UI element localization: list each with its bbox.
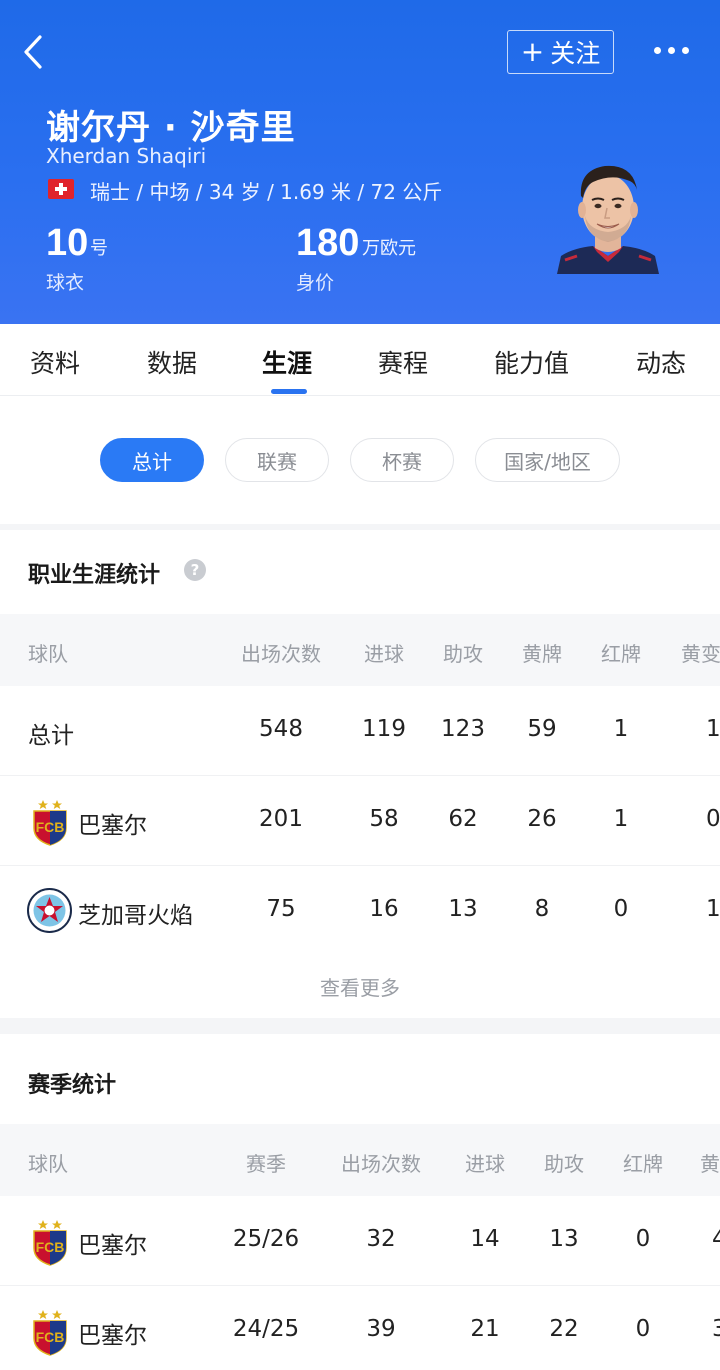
col-season: 赛季 <box>246 1152 286 1176</box>
team-name: 巴塞尔 <box>78 1323 147 1349</box>
tab-bar: 资料 数据 生涯 赛程 能力值 动态 <box>0 324 720 396</box>
see-more-link[interactable]: 查看更多 <box>0 972 720 1001</box>
season-table-header: 球队 赛季 出场次数 进球 助攻 红牌 黄 <box>0 1124 720 1196</box>
player-name-en: Xherdan Shaqiri <box>46 144 207 168</box>
cell-assists: 13 <box>448 896 478 922</box>
team-name: 巴塞尔 <box>78 813 147 839</box>
col-assists: 助攻 <box>443 642 483 666</box>
filter-pills: 总计 联赛 杯赛 国家/地区 <box>0 396 720 524</box>
back-arrow-icon[interactable] <box>20 34 50 70</box>
cell-apps: 32 <box>366 1226 396 1252</box>
cell-yellow-red: 1 <box>706 716 720 742</box>
tab-schedule[interactable]: 赛程 <box>378 344 428 380</box>
cell-red: 0 <box>635 1226 651 1252</box>
tab-stats[interactable]: 数据 <box>147 344 197 380</box>
more-options-icon[interactable] <box>654 42 694 58</box>
cell-apps: 201 <box>259 806 303 832</box>
svg-text:FCB: FCB <box>36 819 65 835</box>
total-label: 总计 <box>28 723 74 749</box>
cell-yellow-red: 0 <box>706 806 720 832</box>
player-avatar <box>557 165 659 274</box>
career-stats-section: 职业生涯统计 ? 球队 出场次数 进球 助攻 黄牌 红牌 黄变 总计 548 1… <box>0 530 720 1018</box>
col-yellow-red: 黄变 <box>681 642 720 666</box>
tab-news[interactable]: 动态 <box>636 344 686 380</box>
cell-red: 1 <box>613 716 629 742</box>
follow-button[interactable]: + 关注 <box>507 30 614 74</box>
cell-assists: 22 <box>549 1316 579 1342</box>
active-tab-indicator <box>271 389 307 394</box>
cell-yellow: 59 <box>527 716 557 742</box>
career-table-header: 球队 出场次数 进球 助攻 黄牌 红牌 黄变 <box>0 614 720 686</box>
table-row[interactable]: 芝加哥火焰 75 16 13 8 0 1 <box>0 866 720 956</box>
filter-league[interactable]: 联赛 <box>225 438 329 482</box>
cell-season: 25/26 <box>232 1226 300 1252</box>
swiss-flag-icon <box>48 179 74 199</box>
col-yellow: 黄牌 <box>522 642 562 666</box>
table-row[interactable]: FCB 巴塞尔 24/25 39 21 22 0 3 <box>0 1286 720 1370</box>
tab-profile[interactable]: 资料 <box>30 344 80 380</box>
cell-assists: 62 <box>448 806 478 832</box>
jersey-number: 10 <box>46 222 89 264</box>
basel-crest-icon: FCB <box>33 1310 67 1356</box>
cell-yellow: 8 <box>534 896 550 922</box>
plus-icon: + <box>520 35 545 68</box>
col-red: 红牌 <box>601 642 641 666</box>
cell-apps: 39 <box>366 1316 396 1342</box>
tab-ability[interactable]: 能力值 <box>494 344 569 380</box>
cell-apps: 548 <box>259 716 303 742</box>
svg-text:FCB: FCB <box>36 1239 65 1255</box>
table-row[interactable]: FCB 巴塞尔 25/26 32 14 13 0 4 <box>0 1196 720 1286</box>
table-row[interactable]: FCB 巴塞尔 201 58 62 26 1 0 <box>0 776 720 866</box>
cell-assists: 123 <box>441 716 485 742</box>
cell-goals: 16 <box>369 896 399 922</box>
col-yellow: 黄 <box>700 1152 720 1176</box>
cell-goals: 119 <box>362 716 406 742</box>
season-stats-title: 赛季统计 <box>28 1073 117 1098</box>
follow-label: 关注 <box>550 39 601 68</box>
jersey-label: 球衣 <box>46 272 85 294</box>
chicago-fire-crest-icon <box>27 888 72 933</box>
filter-cup[interactable]: 杯赛 <box>350 438 454 482</box>
cell-goals: 21 <box>470 1316 500 1342</box>
filter-national[interactable]: 国家/地区 <box>475 438 620 482</box>
cell-apps: 75 <box>266 896 296 922</box>
cell-assists: 13 <box>549 1226 579 1252</box>
table-row[interactable]: 总计 548 119 123 59 1 1 <box>0 686 720 776</box>
tab-career[interactable]: 生涯 <box>262 344 312 380</box>
season-stats-section: 赛季统计 球队 赛季 出场次数 进球 助攻 红牌 黄 FCB 巴塞尔 25/26… <box>0 1034 720 1370</box>
team-name: 巴塞尔 <box>78 1233 147 1259</box>
cell-goals: 14 <box>470 1226 500 1252</box>
filter-total[interactable]: 总计 <box>100 438 204 482</box>
cell-goals: 58 <box>369 806 399 832</box>
cell-extra: 4 <box>712 1226 720 1252</box>
col-team: 球队 <box>28 1152 68 1176</box>
basel-crest-icon: FCB <box>33 800 67 846</box>
col-goals: 进球 <box>364 642 404 666</box>
col-apps: 出场次数 <box>241 642 321 666</box>
cell-yellow: 26 <box>527 806 557 832</box>
market-value-number: 180 <box>296 222 360 264</box>
cell-extra: 3 <box>712 1316 720 1342</box>
cell-red: 1 <box>613 806 629 832</box>
market-value-unit: 万欧元 <box>362 238 416 259</box>
cell-yellow-red: 1 <box>706 896 720 922</box>
player-header: + 关注 谢尔丹 · 沙奇里 Xherdan Shaqiri 瑞士 / 中场 /… <box>0 0 720 324</box>
cell-season: 24/25 <box>232 1316 300 1342</box>
team-name: 芝加哥火焰 <box>78 903 193 929</box>
cell-red: 0 <box>635 1316 651 1342</box>
svg-text:FCB: FCB <box>36 1329 65 1345</box>
player-name-cn: 谢尔丹 · 沙奇里 <box>46 108 296 148</box>
jersey-unit: 号 <box>90 238 108 259</box>
basel-crest-icon: FCB <box>33 1220 67 1266</box>
help-icon[interactable]: ? <box>184 559 206 581</box>
col-red: 红牌 <box>623 1152 663 1176</box>
player-info: 瑞士 / 中场 / 34 岁 / 1.69 米 / 72 公斤 <box>90 180 443 204</box>
col-assists: 助攻 <box>544 1152 584 1176</box>
market-value-label: 身价 <box>296 272 335 294</box>
career-stats-title: 职业生涯统计 <box>28 563 161 588</box>
col-team: 球队 <box>28 642 68 666</box>
cell-red: 0 <box>613 896 629 922</box>
col-goals: 进球 <box>465 1152 505 1176</box>
col-apps: 出场次数 <box>341 1152 421 1176</box>
